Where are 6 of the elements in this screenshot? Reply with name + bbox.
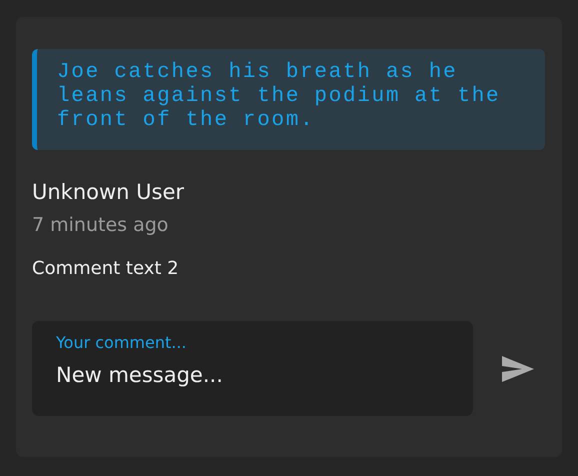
comment-field[interactable]: Your comment... New message... — [32, 321, 473, 416]
send-icon[interactable] — [502, 356, 534, 382]
comment-text: Comment text 2 — [32, 257, 180, 281]
author-name: Unknown User — [32, 179, 186, 206]
quote-text: Joe catches his breath as he leans against the podium at the front of the room. — [57, 61, 502, 133]
comment-time: 7 minutes ago — [32, 213, 170, 238]
